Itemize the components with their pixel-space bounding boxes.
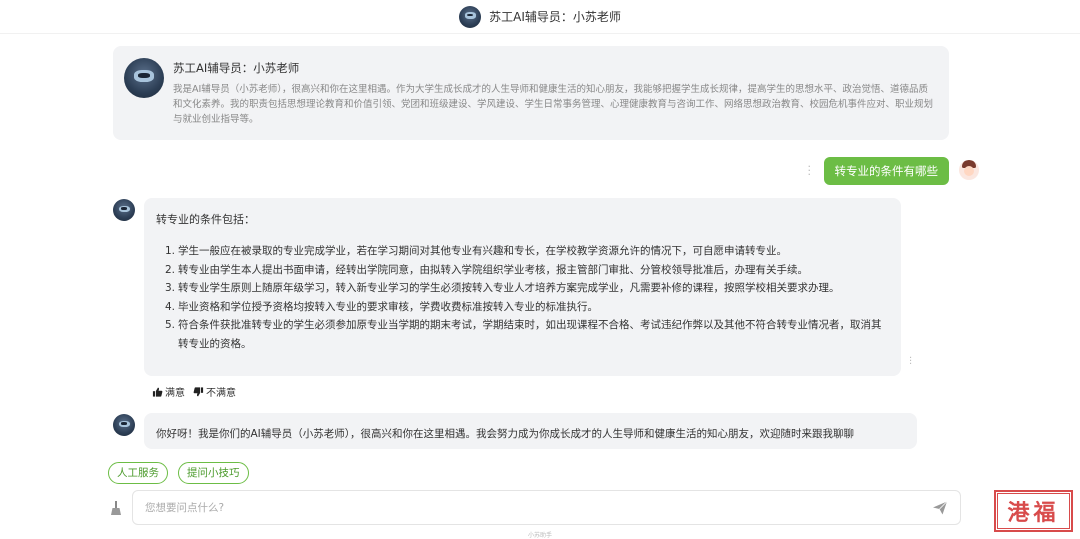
list-item: 4. 毕业资格和学位授予资格均按转入专业的要求审核，学费收费标准按转入专业的标准执… [165,298,889,317]
list-item-number: 1. [165,245,176,257]
chat-input-row [108,490,961,525]
seal-logo: 港福 [994,490,1073,532]
feedback-bar: 满意 不满意 [152,384,236,399]
list-item-text: 转专业学生原则上随原年级学习，转入新专业学习的学生必须按转入专业人才培养方案完成… [178,282,840,294]
user-message-bubble: 转专业的条件有哪些 [823,157,949,185]
human-service-button[interactable]: 人工服务 [108,462,168,484]
bot-message-bubble: 你好呀！我是你们的AI辅导员（小苏老师），很高兴和你在这里相遇。我会努力成为你成… [144,413,917,449]
quick-actions: 人工服务 提问小技巧 [108,462,249,484]
list-item: 1. 学生一般应在被录取的专业完成学业，若在学习期间对其他专业有兴趣和专长，在学校… [165,242,889,261]
list-item-text: 毕业资格和学位授予资格均按转入专业的要求审核，学费收费标准按转入专业的标准执行。 [178,300,598,313]
thumbs-down-icon [193,386,204,396]
assistant-description: 我是AI辅导员（小苏老师），很高兴和你在这里相遇。作为大学生成长成才的人生导师和… [173,84,934,125]
like-label: 满意 [165,388,185,399]
broom-icon[interactable] [108,500,124,516]
dislike-button[interactable]: 不满意 [193,384,236,399]
assistant-intro-card: 苏工AI辅导员：小苏老师 我是AI辅导员（小苏老师），很高兴和你在这里相遇。作为… [113,46,949,140]
assistant-name: 苏工AI辅导员：小苏老师 [173,61,300,75]
robot-avatar-icon [113,414,135,436]
page-title: 苏工AI辅导员：小苏老师 [489,10,621,24]
user-avatar-icon [959,160,979,180]
thumbs-up-icon [152,387,163,397]
list-item: 5. 符合条件获批准转专业的学生必须参加原专业当学期的期末考试，学期结束时，如出现… [165,316,889,353]
user-message-row: · · · 转专业的条件有哪些 [808,157,979,185]
like-button[interactable]: 满意 [152,384,185,399]
chat-header: 苏工AI辅导员：小苏老师 [0,0,1080,34]
list-item-text: 学生一般应在被录取的专业完成学业，若在学习期间对其他专业有兴趣和专长，在学校教学… [178,245,787,257]
bot-message-title: 转专业的条件包括： [156,213,255,226]
footer-text: 小苏助手 [527,532,552,539]
list-item: 3. 转专业学生原则上随原年级学习，转入新专业学习的学生必须按转入专业人才培养方案… [165,279,889,298]
list-item: 2. 转专业由学生本人提出书面申请，经转出学院同意，由拟转入学院组织学业考核，报主… [165,261,889,280]
send-icon[interactable] [932,500,948,516]
bot-message-list: 1. 学生一般应在被录取的专业完成学业，若在学习期间对其他专业有兴趣和专长，在学校… [156,242,889,353]
chat-input[interactable] [145,501,932,514]
list-item-number: 3. [165,282,176,294]
list-item-text: 符合条件获批准转专业的学生必须参加原专业当学期的期末考试，学期结束时，如出现课程… [178,319,882,350]
bot-message-bubble: 转专业的条件包括： 1. 学生一般应在被录取的专业完成学业，若在学习期间对其他专业… [144,198,912,376]
more-vertical-icon[interactable]: · · · [808,161,812,180]
more-vertical-icon[interactable]: · · · [909,354,913,370]
list-item-number: 4. [165,300,176,313]
list-item-number: 2. [165,263,176,276]
robot-avatar-icon [459,5,482,28]
seal-logo-text: 港福 [997,493,1070,529]
list-item-number: 5. [165,319,176,331]
question-tips-button[interactable]: 提问小技巧 [178,462,249,484]
list-item-text: 转专业由学生本人提出书面申请，经转出学院同意，由拟转入学院组织学业考核，报主管部… [178,263,808,276]
robot-avatar-icon [124,58,164,98]
robot-avatar-icon [113,199,135,221]
chat-input-box [132,490,961,525]
bot-message-text: 你好呀！我是你们的AI辅导员（小苏老师），很高兴和你在这里相遇。我会努力成为你成… [156,428,855,440]
dislike-label: 不满意 [206,388,236,399]
